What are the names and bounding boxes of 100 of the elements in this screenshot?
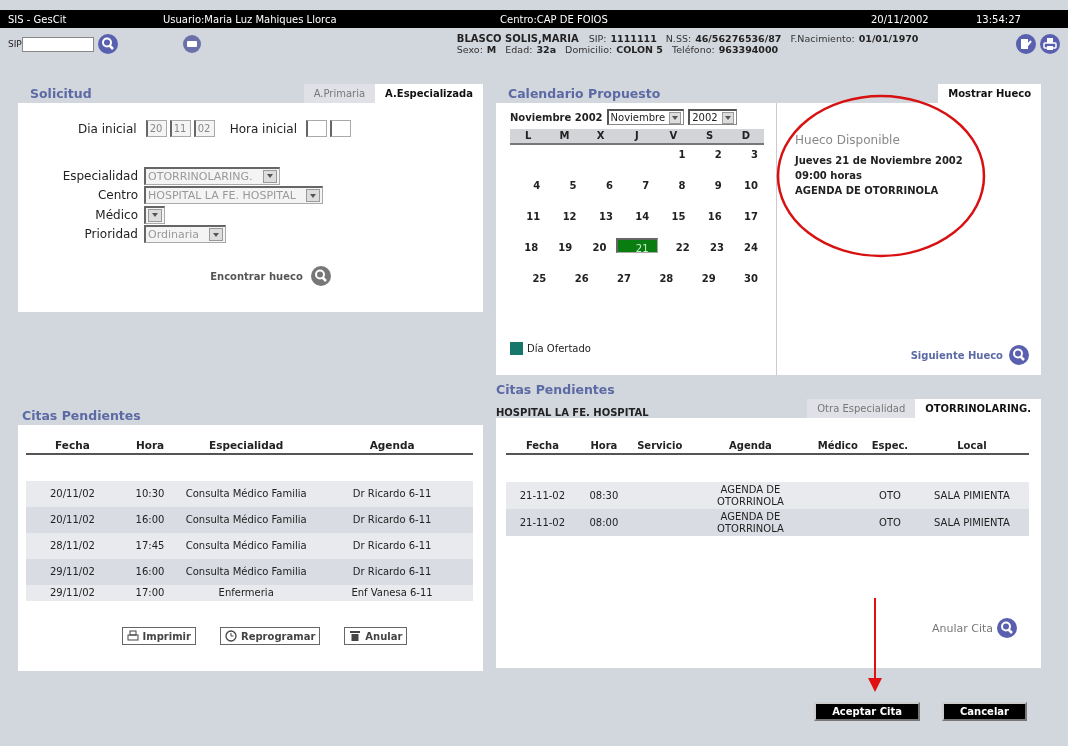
field-value: M <box>486 44 497 55</box>
user-name: Usuario:Maria Luz Mahiques Llorca <box>163 13 338 25</box>
calendar-day[interactable]: 10 <box>744 180 764 207</box>
card-icon[interactable] <box>181 34 202 54</box>
table-cell: Enfermeria <box>181 585 312 601</box>
field-value: 963394000 <box>718 44 779 55</box>
calendar-day[interactable]: 4 <box>533 180 547 207</box>
search-icon[interactable] <box>1009 345 1029 365</box>
legend-label: Día Ofertado <box>527 343 591 354</box>
edit-icon[interactable] <box>1016 34 1036 54</box>
tab[interactable]: Otra Especialidad <box>807 399 916 418</box>
year-dropdown[interactable]: 2002 <box>688 109 737 125</box>
month-dropdown[interactable]: Noviembre <box>606 109 685 125</box>
calendar-day[interactable]: 27 <box>617 273 637 300</box>
calendar-day[interactable]: 25 <box>532 273 553 300</box>
field-label: Domicilio: <box>565 44 613 55</box>
slot-title: Hueco Disponible <box>795 133 901 147</box>
calendar-day[interactable]: 24 <box>744 242 764 269</box>
calendar-day[interactable]: 16 <box>707 211 728 238</box>
table-cell-text: AGENDA DE OTORRINOLA <box>716 483 785 508</box>
printer-icon <box>126 630 139 642</box>
slot-detail: Jueves 21 de Noviembre 2002 <box>795 154 964 168</box>
calendar-day[interactable]: 15 <box>671 211 692 238</box>
footer-button[interactable]: Aceptar Cita <box>814 702 920 721</box>
calendar-day[interactable]: 17 <box>744 211 764 238</box>
column-header: Servicio <box>629 436 691 454</box>
calendar-day[interactable]: 5 <box>569 180 583 207</box>
calendar-day[interactable]: 19 <box>558 242 579 269</box>
weekday-label: X <box>595 129 606 143</box>
field-value: 46/56276536/87 <box>695 33 782 44</box>
action-button[interactable]: Reprogramar <box>219 627 321 645</box>
minute-field[interactable] <box>330 120 351 137</box>
app-name: SIS - GesCit <box>8 13 68 25</box>
table-cell: Dr Ricardo 6-11 <box>311 507 473 533</box>
tab[interactable]: Mostrar Hueco <box>938 84 1041 103</box>
calendar-day[interactable]: 22 <box>675 242 696 269</box>
tab[interactable]: OTORRINOLARING. <box>915 399 1041 418</box>
field-label: Centro <box>96 188 138 203</box>
table-cell: Consulta Médico Familia <box>181 481 312 507</box>
column-header: Agenda <box>311 435 473 454</box>
field-label: F.Nacimiento: <box>790 33 855 44</box>
weekday-label: V <box>668 129 679 143</box>
calendar-day[interactable]: 1 <box>678 149 692 176</box>
table-cell: 16:00 <box>118 507 182 533</box>
field-label: Sexo: <box>456 44 483 55</box>
panel-title: Citas Pendientes <box>21 408 141 425</box>
patient-name: BLASCO SOLIS,MARIA <box>456 33 579 44</box>
calendar-day[interactable]: 20 <box>592 242 613 269</box>
weekday-label: S <box>704 129 715 143</box>
column-header: Hora <box>578 436 629 454</box>
table-cell: 21-11-02 <box>519 517 566 529</box>
tab[interactable]: A.Especializada <box>375 84 483 103</box>
field-label: N.SS: <box>665 33 692 44</box>
table-cell: Dr Ricardo 6-11 <box>311 533 473 559</box>
calendar-day[interactable]: 8 <box>678 180 692 207</box>
table-cell: Dr Ricardo 6-11 <box>311 559 473 585</box>
hour-field[interactable] <box>306 120 327 137</box>
weekday-label: L <box>523 129 533 143</box>
column-header: Médico <box>810 436 866 454</box>
calendar-day[interactable]: 14 <box>635 211 656 238</box>
calendar-day[interactable]: 26 <box>574 273 595 300</box>
calendar-day[interactable]: 7 <box>642 180 656 207</box>
calendar-day[interactable]: 9 <box>714 180 728 207</box>
calendar-day[interactable]: 29 <box>701 273 722 300</box>
calendar-day[interactable]: 13 <box>598 211 619 238</box>
weekday-label: M <box>558 129 571 143</box>
calendar-day[interactable]: 6 <box>605 180 619 207</box>
column-header: Fecha <box>506 436 579 454</box>
calendar-day[interactable]: 2 <box>714 149 728 176</box>
action-button[interactable]: Anular <box>344 627 408 645</box>
footer-button[interactable]: Cancelar <box>941 702 1027 721</box>
table-cell: 16:00 <box>118 559 182 585</box>
calendar-day[interactable]: 28 <box>659 273 680 300</box>
table-cell: Dr Ricardo 6-11 <box>311 481 473 507</box>
tab[interactable]: A.Primaria <box>303 84 376 103</box>
calendar-day[interactable]: 23 <box>709 242 730 269</box>
table-cell: 17:00 <box>118 585 182 601</box>
calendar-day[interactable]: 12 <box>562 211 583 238</box>
calendar-day[interactable]: 3 <box>751 149 764 176</box>
dropdown[interactable] <box>144 205 165 224</box>
weekday-label: J <box>633 129 640 143</box>
field-label: SIP: <box>588 33 607 44</box>
cancel-appointment-link[interactable]: Anular Cita <box>931 621 993 635</box>
print-icon[interactable] <box>1040 34 1060 54</box>
calendar-day[interactable]: 30 <box>744 273 764 300</box>
field-value: 1111111 <box>610 33 657 44</box>
find-slot-link[interactable]: Encontrar hueco <box>210 270 303 282</box>
field-label: Médico <box>94 207 138 222</box>
calendar-day[interactable]: 11 <box>526 211 547 238</box>
sip-field[interactable] <box>21 36 94 52</box>
table-cell: 17:45 <box>118 533 182 559</box>
field-value: 01/01/1970 <box>858 33 919 44</box>
action-button[interactable]: Imprimir <box>121 627 196 645</box>
search-icon[interactable] <box>310 266 331 286</box>
field-label: Prioridad <box>83 227 138 242</box>
field-label: Edad: <box>505 44 533 55</box>
next-slot-link[interactable]: Siguiente Hueco <box>910 349 1003 361</box>
search-icon[interactable] <box>97 34 118 54</box>
calendar-day[interactable]: 18 <box>524 242 545 269</box>
search-icon[interactable] <box>997 618 1017 638</box>
